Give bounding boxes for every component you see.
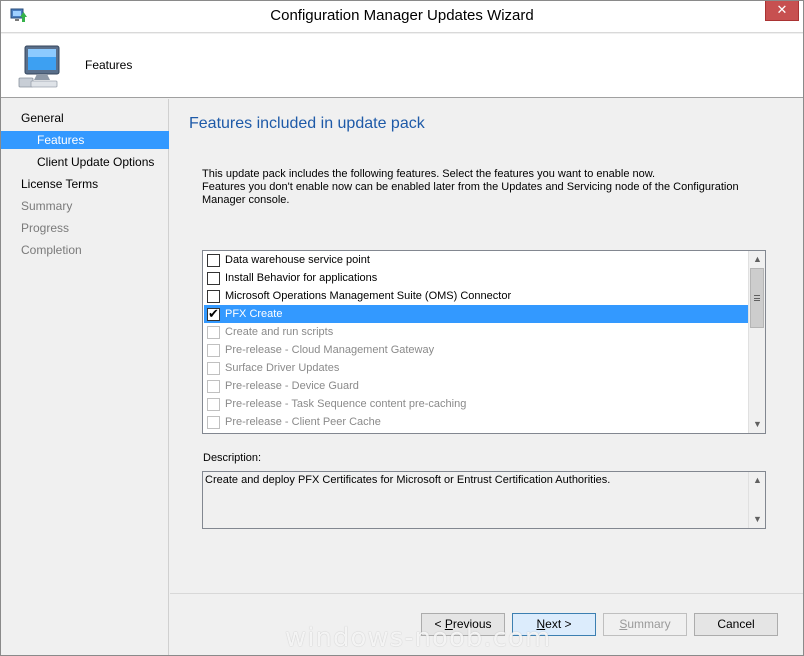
nav-item-summary: Summary — [21, 199, 73, 213]
feature-label: Install Behavior for applications — [225, 272, 378, 284]
features-listbox[interactable]: Data warehouse service point Install Beh… — [202, 250, 766, 434]
feature-item-create-run-scripts: Create and run scripts — [204, 323, 749, 341]
description-label: Description: — [203, 452, 262, 464]
scroll-up-icon[interactable]: ▲ — [749, 472, 766, 489]
feature-label: Data warehouse service point — [225, 254, 370, 266]
features-scrollbar[interactable]: ▲ ▼ — [748, 251, 765, 433]
feature-label: Pre-release - Client Peer Cache — [225, 416, 381, 428]
feature-item-pfx-create[interactable]: ✔ PFX Create — [204, 305, 749, 323]
scroll-thumb[interactable] — [750, 268, 764, 328]
feature-checkbox — [207, 326, 220, 339]
summary-button: Summary — [603, 613, 687, 636]
feature-checkbox[interactable] — [207, 254, 220, 267]
feature-label: Microsoft Operations Management Suite (O… — [225, 290, 512, 302]
summary-label: ummary — [627, 617, 671, 631]
feature-checkbox[interactable] — [207, 272, 220, 285]
feature-label: Surface Driver Updates — [225, 362, 340, 374]
nav-item-general[interactable]: General — [1, 109, 169, 127]
wizard-header: Features — [1, 34, 803, 98]
scroll-down-icon[interactable]: ▼ — [749, 511, 766, 528]
feature-checkbox — [207, 398, 220, 411]
feature-item-client-peer-cache: Pre-release - Client Peer Cache — [204, 413, 749, 431]
title-bar[interactable]: Configuration Manager Updates Wizard ✕ — [1, 1, 803, 33]
checkmark-icon: ✔ — [208, 306, 219, 321]
feature-label: Create and run scripts — [225, 326, 334, 338]
feature-checkbox[interactable] — [207, 290, 220, 303]
main-panel: Features included in update pack This up… — [170, 99, 803, 593]
feature-checkbox — [207, 416, 220, 429]
feature-item-cloud-mgmt-gateway: Pre-release - Cloud Management Gateway — [204, 341, 749, 359]
grip-icon — [754, 295, 760, 301]
intro-line-2: Features you don't enable now can be ena… — [202, 181, 739, 206]
wizard-window: Configuration Manager Updates Wizard ✕ F… — [0, 0, 804, 656]
computer-icon — [18, 45, 60, 88]
feature-checkbox — [207, 380, 220, 393]
scroll-down-icon[interactable]: ▼ — [749, 416, 766, 433]
feature-item-ts-precaching: Pre-release - Task Sequence content pre-… — [204, 395, 749, 413]
description-box[interactable]: Create and deploy PFX Certificates for M… — [202, 471, 766, 529]
feature-checkbox — [207, 344, 220, 357]
feature-checkbox — [207, 362, 220, 375]
header-title: Features — [85, 58, 133, 72]
feature-label: Pre-release - Device Guard — [225, 380, 359, 392]
feature-label: Pre-release - Cloud Management Gateway — [225, 344, 435, 356]
watermark: windows-noob.com — [285, 623, 552, 653]
page-title: Features included in update pack — [189, 115, 425, 132]
feature-item-data-warehouse[interactable]: Data warehouse service point — [204, 251, 749, 269]
feature-item-oms-connector[interactable]: Microsoft Operations Management Suite (O… — [204, 287, 749, 305]
feature-item-surface-driver-updates: Surface Driver Updates — [204, 359, 749, 377]
close-button[interactable]: ✕ — [765, 1, 799, 21]
nav-item-completion: Completion — [21, 243, 82, 257]
close-icon: ✕ — [776, 2, 788, 17]
description-text: Create and deploy PFX Certificates for M… — [205, 474, 611, 486]
feature-checkbox[interactable]: ✔ — [207, 306, 220, 321]
scroll-up-icon[interactable]: ▲ — [749, 251, 766, 268]
nav-item-progress: Progress — [21, 221, 70, 235]
feature-label: Pre-release - Task Sequence content pre-… — [225, 398, 467, 410]
nav-item-client-update-options[interactable]: Client Update Options — [1, 153, 169, 171]
description-scrollbar[interactable]: ▲ ▼ — [748, 472, 765, 528]
feature-item-install-behavior[interactable]: Install Behavior for applications — [204, 269, 749, 287]
feature-item-device-guard: Pre-release - Device Guard — [204, 377, 749, 395]
intro-line-1: This update pack includes the following … — [202, 168, 656, 180]
cancel-button[interactable]: Cancel — [694, 613, 778, 636]
nav-item-features[interactable]: Features — [1, 131, 169, 149]
feature-label: PFX Create — [225, 308, 283, 320]
nav-item-license-terms[interactable]: License Terms — [1, 175, 169, 193]
wizard-nav: General Features Client Update Options L… — [1, 99, 169, 655]
window-title: Configuration Manager Updates Wizard — [270, 7, 534, 24]
intro-text: This update pack includes the following … — [202, 168, 762, 207]
